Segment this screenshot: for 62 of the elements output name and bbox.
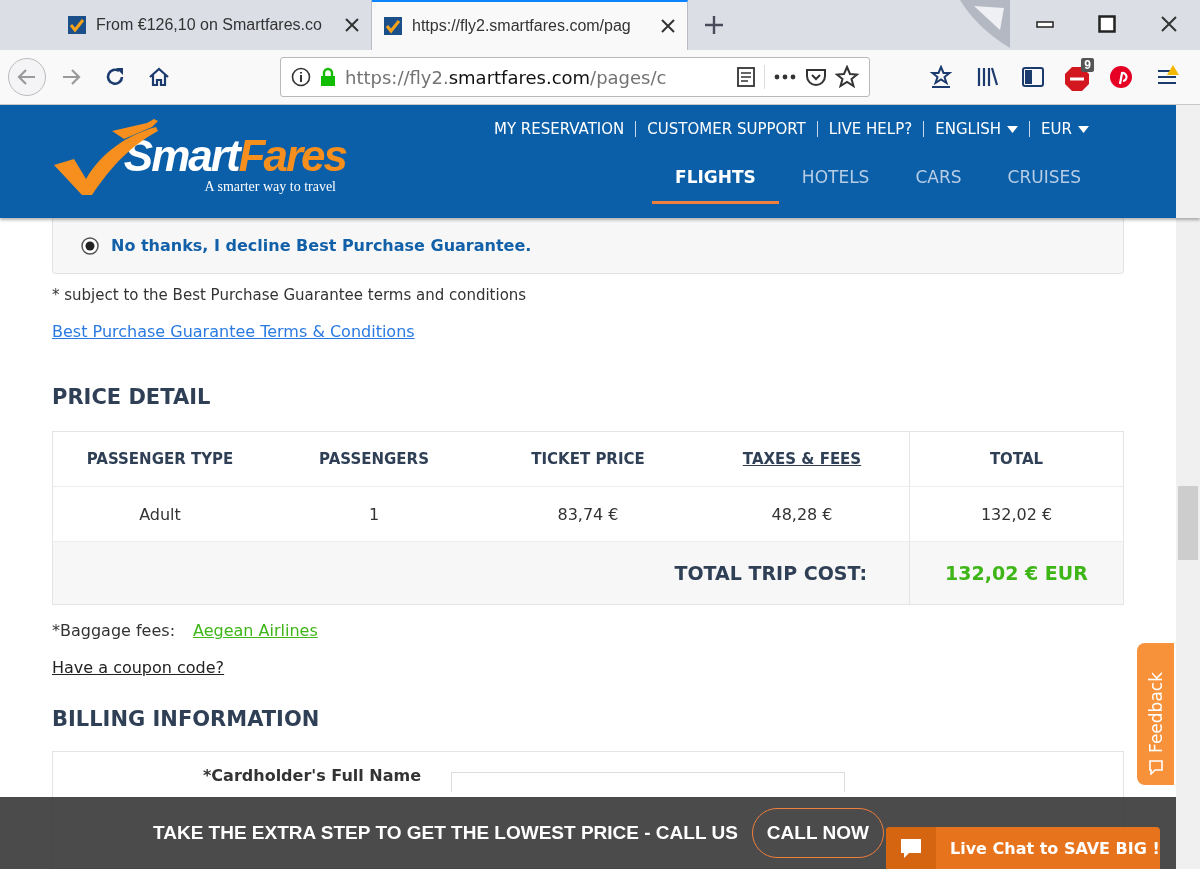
terms-link[interactable]: Best Purchase Guarantee Terms & Conditions — [52, 322, 415, 342]
speech-bubble-icon — [899, 837, 923, 859]
section-heading: BILLING INFORMATION — [52, 707, 321, 732]
tab-title: https://fly2.smartfares.com/pag — [412, 17, 632, 35]
adblock-button[interactable]: 9 — [1060, 60, 1094, 94]
column-header: TOTAL — [909, 432, 1123, 488]
promo-text: TAKE THE EXTRA STEP TO GET THE LOWEST PRICE - CALL US — [153, 822, 738, 844]
favicon-icon — [384, 17, 402, 35]
nav-tab[interactable]: CRUISES — [984, 161, 1104, 204]
info-icon[interactable] — [291, 67, 311, 87]
sidebar-icon — [1021, 65, 1045, 89]
header-link[interactable]: ENGLISH — [923, 121, 1030, 137]
maximize-icon — [1098, 15, 1116, 33]
close-icon[interactable] — [661, 19, 675, 33]
theme-drawing — [960, 0, 1010, 48]
radio-button[interactable] — [81, 236, 99, 255]
nav-tab[interactable]: CARS — [892, 161, 985, 204]
header-link[interactable]: CUSTOMER SUPPORT — [635, 121, 817, 137]
browser-tab[interactable]: https://fly2.smartfares.com/pag — [372, 0, 688, 50]
url-text: https://fly2.smartfares.com/pages/c — [345, 66, 668, 88]
close-icon[interactable] — [345, 18, 359, 32]
lock-icon — [319, 67, 337, 87]
total-value: 132,02 € EUR — [909, 542, 1123, 605]
star-icon[interactable] — [835, 65, 859, 89]
column-header[interactable]: TAXES & FEES — [695, 432, 909, 488]
column-header: TICKET PRICE — [481, 432, 695, 488]
pocket-icon[interactable] — [805, 66, 827, 88]
speech-bubble-icon — [1147, 759, 1164, 775]
home-icon — [147, 65, 171, 89]
header-link[interactable]: LIVE HELP? — [816, 121, 924, 137]
more-icon[interactable] — [773, 73, 797, 81]
footnote-text: * subject to the Best Purchase Guarantee terms and conditions — [52, 286, 528, 305]
header-link[interactable]: MY RESERVATION — [482, 121, 636, 137]
back-button[interactable] — [8, 58, 46, 96]
total-label: TOTAL TRIP COST: — [53, 542, 909, 605]
plus-icon — [704, 15, 724, 35]
field-label: *Cardholder's Full Name — [203, 766, 422, 786]
pin-icon — [1109, 65, 1133, 89]
section-heading: PRICE DETAIL — [52, 385, 212, 410]
address-bar[interactable]: https://fly2.smartfares.com/pages/c — [280, 57, 870, 97]
logo-tagline: A smarter way to travel — [204, 179, 336, 195]
nav-tab[interactable]: HOTELS — [778, 161, 893, 204]
bookmarks-icon — [929, 65, 953, 89]
name-field[interactable] — [451, 772, 846, 793]
reader-view-icon[interactable] — [736, 66, 756, 88]
column-header: PASSENGERS — [267, 432, 481, 488]
header-link[interactable]: EUR — [1029, 121, 1100, 137]
minimize-icon — [1036, 20, 1054, 28]
tab-title: From €126,10 on Smartfares.co — [96, 16, 323, 34]
scrollbar-thumb[interactable] — [1178, 486, 1198, 560]
radio-option[interactable]: No thanks, I decline Best Purchase Guarantee. — [81, 236, 532, 256]
library-icon — [975, 65, 999, 89]
close-icon — [1161, 16, 1177, 32]
badge-count: 9 — [1081, 58, 1094, 72]
logo-wordmark: SmartFares — [123, 131, 346, 181]
site-logo[interactable]: SmartFares A smarter way to travel — [52, 117, 346, 218]
baggage-label: *Baggage fees: — [52, 621, 176, 641]
column-header: PASSENGER TYPE — [53, 432, 267, 488]
favicon-icon — [68, 16, 86, 34]
scrollbar[interactable] — [1176, 218, 1200, 869]
nav-tab[interactable]: FLIGHTS — [652, 161, 779, 204]
coupon-link[interactable]: Have a coupon code? — [52, 658, 225, 678]
